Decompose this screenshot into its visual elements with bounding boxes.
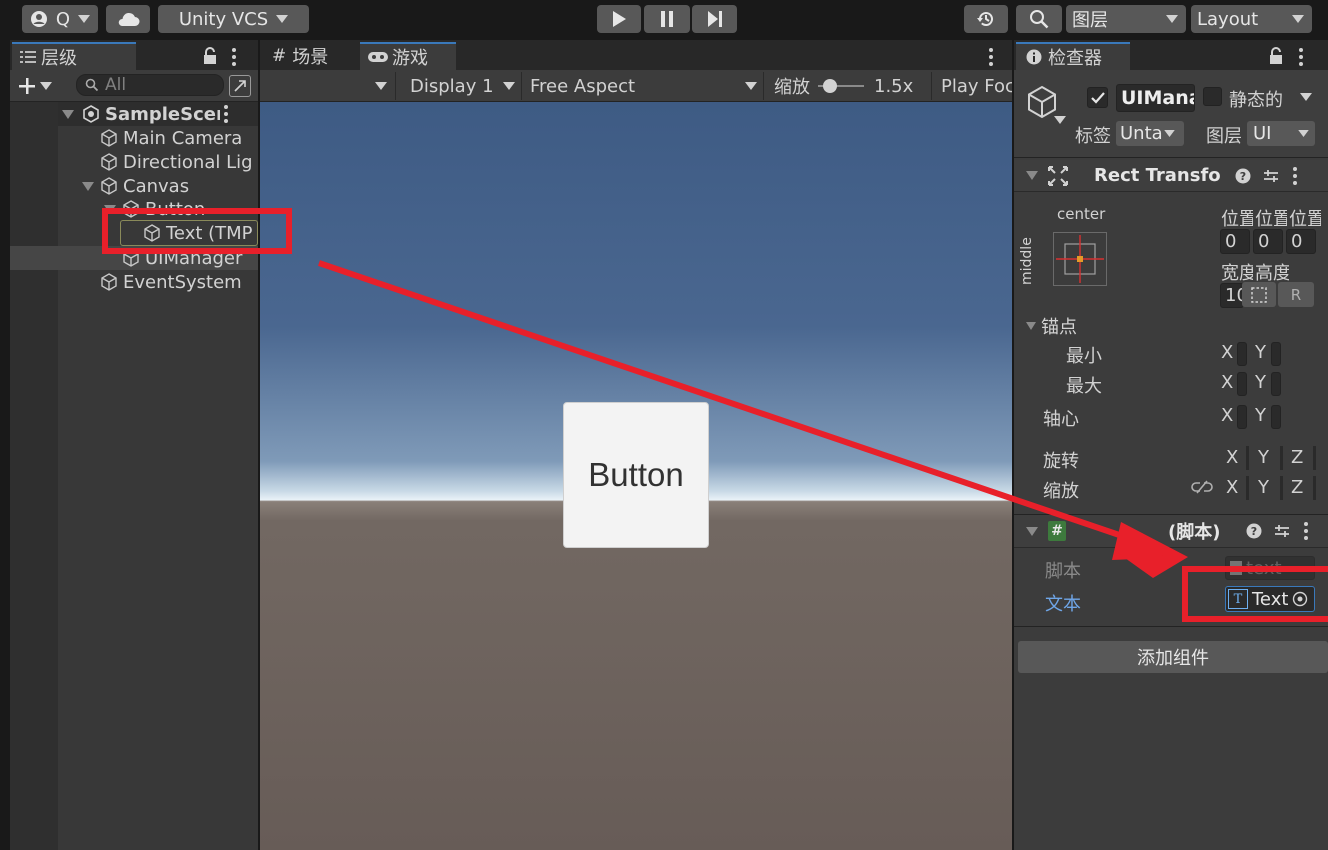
annotation-arrow: [318, 260, 1188, 578]
